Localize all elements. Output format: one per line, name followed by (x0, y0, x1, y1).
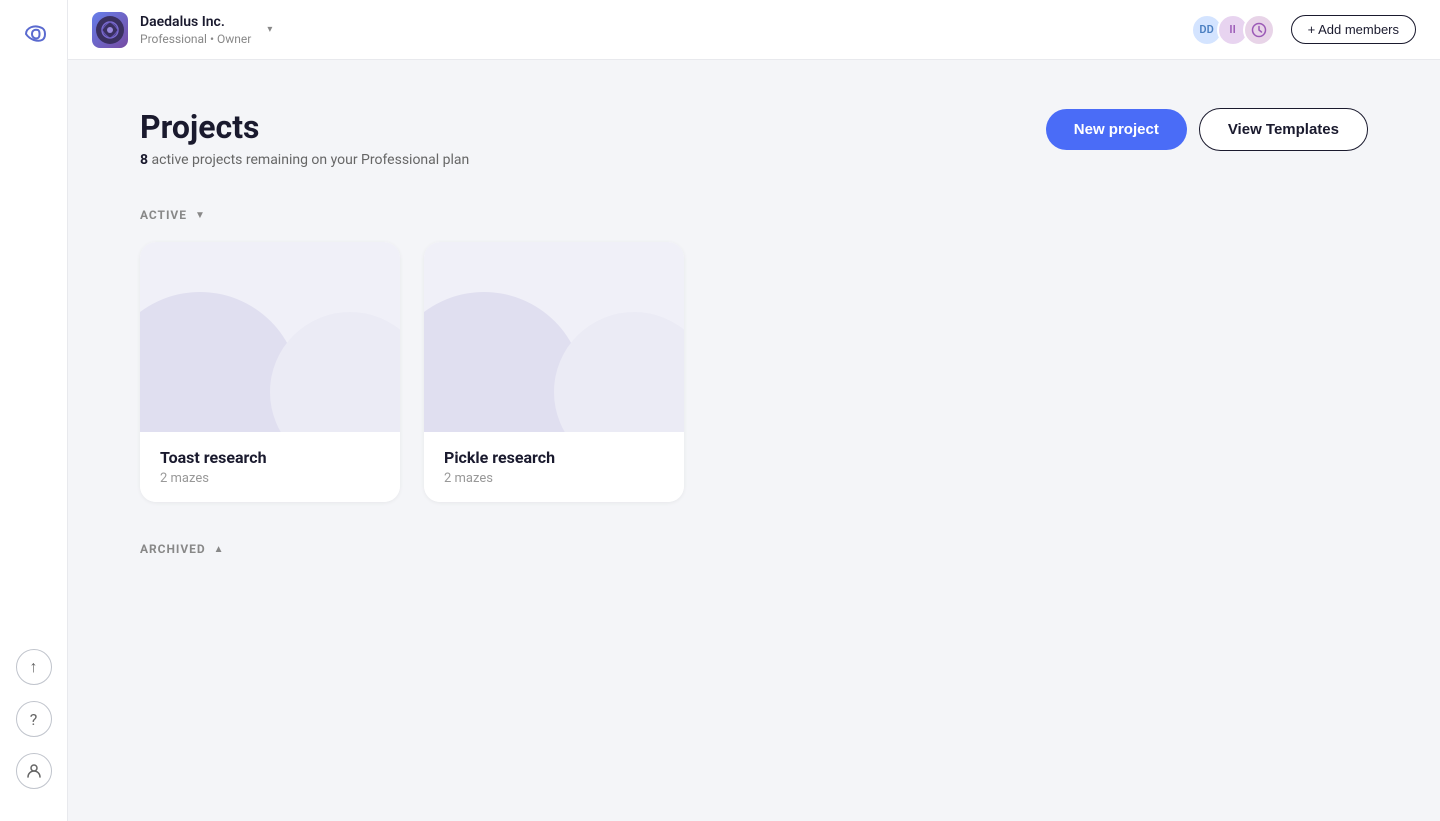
new-project-button[interactable]: New project (1046, 109, 1187, 150)
project-card-pickle[interactable]: Pickle research 2 mazes (424, 242, 684, 502)
view-templates-button[interactable]: View Templates (1199, 108, 1368, 151)
project-meta-2: 2 mazes (444, 471, 664, 486)
page-title-group: Projects 8 active projects remaining on … (140, 108, 469, 168)
org-dropdown-arrow[interactable]: ▾ (267, 24, 272, 35)
project-name-1: Toast research (160, 448, 380, 467)
active-section-header[interactable]: ACTIVE ▼ (140, 208, 1368, 222)
project-card-bg-1 (140, 242, 400, 432)
org-subtitle: Professional • Owner (140, 32, 251, 46)
org-name: Daedalus Inc. (140, 13, 251, 31)
projects-subtitle-text: active projects remaining on your Profes… (152, 152, 470, 168)
card-deco-4 (554, 312, 684, 432)
sidebar-bottom-icons: ↑ ? (16, 649, 52, 805)
org-avatar (92, 12, 128, 48)
archived-section-header[interactable]: ARCHIVED ▲ (140, 542, 1368, 556)
topbar-right: DD II + Add members (1191, 14, 1416, 46)
upload-icon[interactable]: ↑ (16, 649, 52, 685)
archived-label: ARCHIVED (140, 542, 206, 556)
add-members-button[interactable]: + Add members (1291, 15, 1416, 44)
archived-section: ARCHIVED ▲ (140, 542, 1368, 556)
active-arrow: ▼ (195, 210, 205, 221)
projects-grid: Toast research 2 mazes Pickle research 2… (140, 242, 1368, 502)
topbar: Daedalus Inc. Professional • Owner ▾ DD … (68, 0, 1440, 60)
header-actions: New project View Templates (1046, 108, 1368, 151)
archived-arrow: ▲ (214, 544, 224, 555)
projects-count: 8 (140, 152, 148, 168)
main-area: Daedalus Inc. Professional • Owner ▾ DD … (68, 0, 1440, 821)
user-icon[interactable] (16, 753, 52, 789)
content-area: Projects 8 active projects remaining on … (68, 60, 1440, 821)
project-card-toast[interactable]: Toast research 2 mazes (140, 242, 400, 502)
project-card-bg-2 (424, 242, 684, 432)
page-subtitle: 8 active projects remaining on your Prof… (140, 152, 469, 168)
project-card-info-1: Toast research 2 mazes (140, 432, 400, 502)
help-icon[interactable]: ? (16, 701, 52, 737)
card-deco-2 (270, 312, 400, 432)
org-info: Daedalus Inc. Professional • Owner (140, 13, 251, 45)
project-name-2: Pickle research (444, 448, 664, 467)
page-header: Projects 8 active projects remaining on … (140, 108, 1368, 168)
member-avatars: DD II (1191, 14, 1275, 46)
project-card-info-2: Pickle research 2 mazes (424, 432, 684, 502)
member-avatar-clock[interactable] (1243, 14, 1275, 46)
active-label: ACTIVE (140, 208, 187, 222)
app-logo[interactable] (16, 16, 52, 52)
sidebar: ↑ ? (0, 0, 68, 821)
project-meta-1: 2 mazes (160, 471, 380, 486)
page-title: Projects (140, 108, 469, 146)
